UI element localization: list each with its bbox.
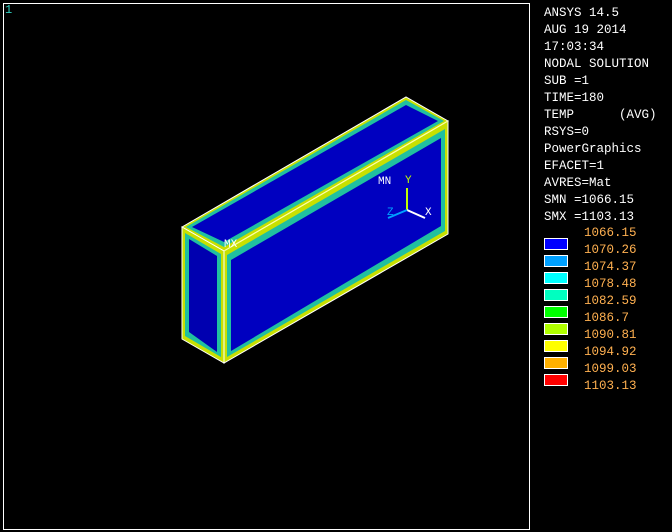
info-line: RSYS=0 <box>544 125 590 139</box>
legend-value: 1074.37 <box>584 260 637 274</box>
info-line: EFACET=1 <box>544 159 605 173</box>
legend-value: 1103.13 <box>584 379 637 393</box>
info-line: SUB =1 <box>544 74 590 88</box>
contour-plot: MN Y X Z MX <box>180 96 450 364</box>
legend-swatch <box>544 374 568 386</box>
legend-value: 1094.92 <box>584 345 637 359</box>
max-label: MX <box>224 239 238 251</box>
legend-swatch <box>544 323 568 335</box>
legend-swatch <box>544 272 568 284</box>
legend-swatch <box>544 306 568 318</box>
axis-x-label: X <box>425 207 432 219</box>
axis-y-label: Y <box>405 175 412 187</box>
legend-swatch <box>544 340 568 352</box>
info-line: PowerGraphics <box>544 142 642 156</box>
info-line: TEMP (AVG) <box>544 108 657 122</box>
legend-value: 1066.15 <box>584 226 637 240</box>
axis-z-label: Z <box>387 207 394 219</box>
legend-swatch <box>544 289 568 301</box>
legend-swatch <box>544 357 568 369</box>
legend-swatch <box>544 255 568 267</box>
info-line: TIME=180 <box>544 91 605 105</box>
min-label: MN <box>378 176 391 188</box>
info-line: SMN =1066.15 <box>544 193 635 207</box>
info-line: ANSYS 14.5 <box>544 6 620 20</box>
info-line: SMX =1103.13 <box>544 210 635 224</box>
info-line: AUG 19 2014 <box>544 23 627 37</box>
legend-value: 1099.03 <box>584 362 637 376</box>
info-line: 17:03:34 <box>544 40 605 54</box>
legend-swatch <box>544 238 568 250</box>
legend-value: 1086.7 <box>584 311 630 325</box>
legend-value: 1090.81 <box>584 328 637 342</box>
legend-value: 1078.48 <box>584 277 637 291</box>
legend-value: 1082.59 <box>584 294 637 308</box>
box-model <box>180 96 450 364</box>
info-line: NODAL SOLUTION <box>544 57 650 71</box>
info-panel: ANSYS 14.5 AUG 19 2014 17:03:34 NODAL SOLUT… <box>544 5 657 226</box>
info-line: AVRES=Mat <box>544 176 612 190</box>
legend-value: 1070.26 <box>584 243 637 257</box>
